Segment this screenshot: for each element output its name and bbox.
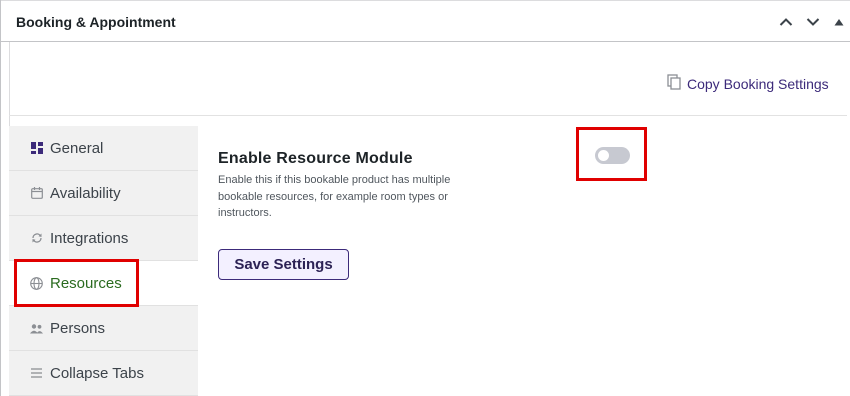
copy-icon: [667, 73, 681, 95]
copy-booking-settings-link[interactable]: Copy Booking Settings: [667, 73, 829, 95]
tab-integrations[interactable]: Integrations: [9, 216, 198, 261]
tab-label: Persons: [50, 319, 106, 337]
triangle-up-icon[interactable]: [830, 13, 848, 31]
sync-icon: [30, 232, 43, 245]
tab-persons[interactable]: Persons: [9, 306, 198, 351]
menu-icon: [30, 367, 43, 380]
grid-icon: [30, 142, 43, 155]
chevron-down-icon[interactable]: [804, 13, 822, 31]
panel-header: Booking & Appointment: [1, 0, 850, 42]
chevron-up-icon[interactable]: [777, 13, 795, 31]
tab-label: General: [50, 139, 104, 157]
tab-availability[interactable]: Availability: [9, 171, 198, 216]
copy-booking-settings-label: Copy Booking Settings: [687, 76, 829, 92]
tab-collapse-tabs[interactable]: Collapse Tabs: [9, 351, 198, 396]
tab-resources[interactable]: Resources: [9, 261, 198, 306]
enable-resource-toggle[interactable]: [595, 147, 630, 164]
tab-label: Collapse Tabs: [50, 364, 144, 382]
tab-general[interactable]: General: [9, 126, 198, 171]
calendar-icon: [30, 187, 43, 200]
setting-description: Enable this if this bookable product has…: [218, 174, 451, 219]
setting-title: Enable Resource Module: [218, 150, 413, 167]
tab-label: Availability: [50, 184, 121, 202]
tab-label: Resources: [50, 274, 122, 292]
booking-panel: Booking & Appointment Copy Booking Setti…: [0, 0, 850, 396]
divider: [9, 115, 847, 116]
toggle-knob: [598, 150, 609, 161]
panel-title: Booking & Appointment: [16, 14, 176, 30]
tab-label: Integrations: [50, 229, 129, 247]
globe-icon: [30, 276, 43, 290]
settings-tabs: General Availability Integrations Resour…: [9, 126, 198, 396]
people-icon: [30, 322, 43, 335]
save-settings-button[interactable]: Save Settings: [218, 249, 349, 280]
